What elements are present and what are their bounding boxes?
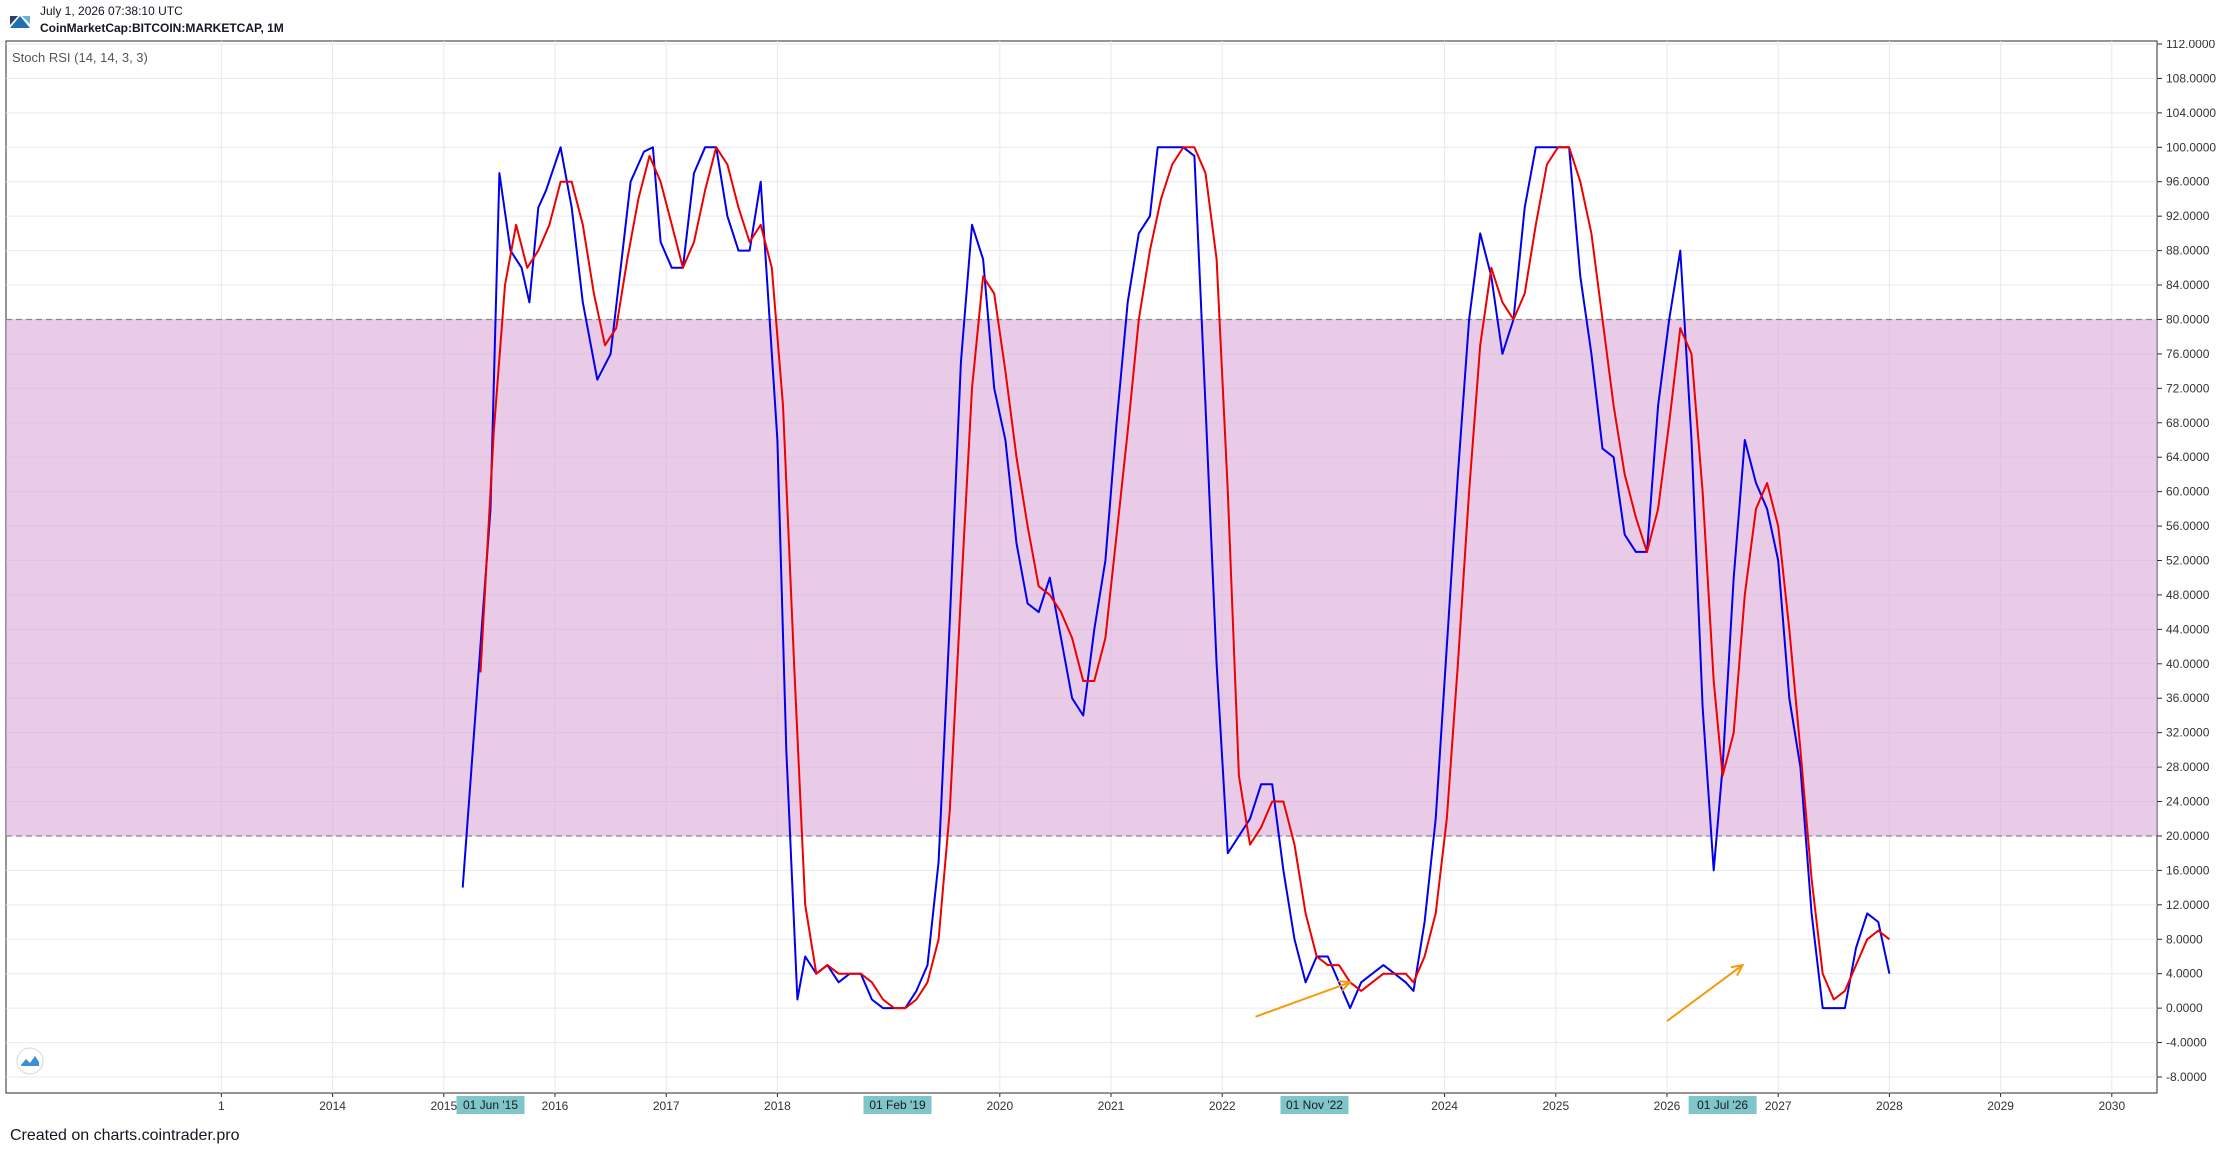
- x-tick-label: 2020: [986, 1099, 1013, 1113]
- y-tick-label: 92.0000: [2166, 209, 2210, 223]
- x-tick-label: 2030: [2098, 1099, 2125, 1113]
- x-tick-label: 2027: [1765, 1099, 1792, 1113]
- y-tick-label: 36.0000: [2166, 691, 2210, 705]
- x-highlight-label: 01 Jun '15: [463, 1098, 518, 1112]
- y-tick-label: 100.0000: [2166, 140, 2216, 154]
- timestamp: July 1, 2026 07:38:10 UTC: [40, 4, 183, 18]
- x-tick-label: 2016: [542, 1099, 569, 1113]
- y-tick-label: 56.0000: [2166, 519, 2210, 533]
- y-tick-label: 44.0000: [2166, 622, 2210, 636]
- x-tick-label: 1: [218, 1099, 225, 1113]
- x-highlight-label: 01 Nov '22: [1286, 1098, 1343, 1112]
- x-tick-label: 2015: [430, 1099, 457, 1113]
- stoch-rsi-chart[interactable]: 112.0000108.0000104.0000100.000096.00009…: [0, 40, 2226, 1120]
- y-tick-label: 96.0000: [2166, 175, 2210, 189]
- x-tick-label: 2029: [1987, 1099, 2014, 1113]
- x-tick-label: 2022: [1209, 1099, 1236, 1113]
- x-tick-label: 2014: [319, 1099, 346, 1113]
- y-tick-label: 24.0000: [2166, 795, 2210, 809]
- x-tick-label: 2025: [1542, 1099, 1569, 1113]
- x-tick-label: 2028: [1876, 1099, 1903, 1113]
- y-tick-label: 16.0000: [2166, 863, 2210, 877]
- y-tick-label: 4.0000: [2166, 967, 2203, 981]
- y-tick-label: 0.0000: [2166, 1001, 2203, 1015]
- y-tick-label: 104.0000: [2166, 106, 2216, 120]
- y-tick-label: 68.0000: [2166, 416, 2210, 430]
- band-fill: [6, 319, 2157, 836]
- indicator-title: Stoch RSI (14, 14, 3, 3): [12, 50, 148, 65]
- y-tick-label: 20.0000: [2166, 829, 2210, 843]
- y-tick-label: 28.0000: [2166, 760, 2210, 774]
- symbol-label: CoinMarketCap:BITCOIN:MARKETCAP, 1M: [40, 21, 284, 35]
- y-tick-label: 72.0000: [2166, 381, 2210, 395]
- y-tick-label: 88.0000: [2166, 244, 2210, 258]
- y-tick-label: 112.0000: [2166, 40, 2215, 51]
- y-tick-label: -8.0000: [2166, 1070, 2207, 1084]
- y-tick-label: 108.0000: [2166, 71, 2216, 85]
- y-tick-label: -4.0000: [2166, 1036, 2207, 1050]
- x-tick-label: 2024: [1431, 1099, 1458, 1113]
- overbought-oversold-band: [6, 318, 2157, 837]
- chart-header: July 1, 2026 07:38:10 UTC CoinMarketCap:…: [0, 0, 2226, 40]
- y-tick-label: 52.0000: [2166, 554, 2210, 568]
- x-tick-label: 2026: [1654, 1099, 1681, 1113]
- y-tick-label: 84.0000: [2166, 278, 2210, 292]
- x-tick-label: 2017: [653, 1099, 680, 1113]
- y-tick-label: 12.0000: [2166, 898, 2210, 912]
- x-highlight-label: 01 Jul '26: [1697, 1098, 1748, 1112]
- x-tick-label: 2021: [1098, 1099, 1125, 1113]
- y-tick-label: 8.0000: [2166, 932, 2203, 946]
- x-tick-label: 2018: [764, 1099, 791, 1113]
- x-axis[interactable]: 1 2014 2015 2016 2017 2018 2020 2021 2022 2024 202…: [218, 1093, 2125, 1114]
- cointrader-logo-icon[interactable]: [10, 12, 30, 28]
- y-tick-label: 64.0000: [2166, 450, 2210, 464]
- x-highlight-label: 01 Feb '19: [869, 1098, 926, 1112]
- y-tick-label: 32.0000: [2166, 726, 2210, 740]
- y-axis[interactable]: 112.0000 108.0000 104.0000 100.0000 96.0000 9…: [2157, 40, 2216, 1084]
- y-tick-label: 80.0000: [2166, 312, 2210, 326]
- y-tick-label: 76.0000: [2166, 347, 2210, 361]
- y-tick-label: 40.0000: [2166, 657, 2210, 671]
- footer-credit: Created on charts.cointrader.pro: [10, 1127, 240, 1144]
- cointrader-watermark-button[interactable]: [16, 1047, 44, 1075]
- y-tick-label: 48.0000: [2166, 588, 2210, 602]
- y-tick-label: 60.0000: [2166, 485, 2210, 499]
